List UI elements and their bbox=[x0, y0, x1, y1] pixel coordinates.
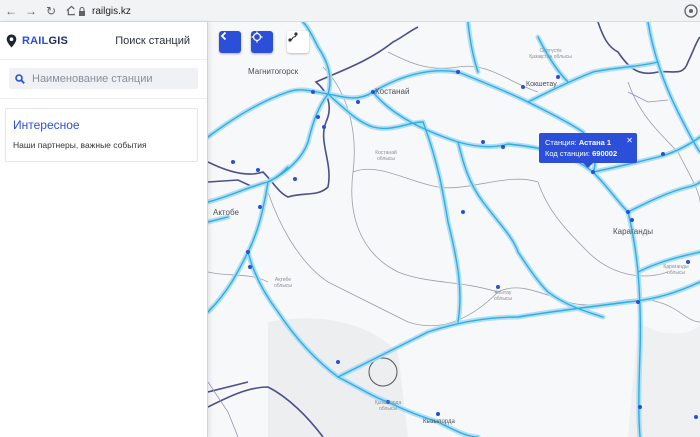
address-bar[interactable]: railgis.kz bbox=[74, 3, 674, 19]
interesting-card[interactable]: Интересное Наши партнеры, важные события bbox=[5, 108, 198, 162]
profile-icon[interactable] bbox=[684, 4, 698, 18]
forward-icon[interactable]: → bbox=[22, 2, 40, 20]
city-label: Кызылорда bbox=[423, 419, 455, 425]
oblast-label: Қарағанды облысы bbox=[663, 264, 689, 276]
logo-text-rest: GIS bbox=[48, 34, 69, 47]
code-label: Код станции: bbox=[545, 149, 591, 158]
url-text: railgis.kz bbox=[92, 5, 131, 17]
station-popup: Станция: Астана 1 Код станции: 690002 ✕ bbox=[539, 133, 637, 168]
card-text: Наши партнеры, важные события bbox=[13, 140, 147, 150]
reload-icon[interactable]: ↻ bbox=[42, 2, 60, 20]
oblast-label: Ұлытау облысы bbox=[493, 290, 513, 302]
chevron-left-icon bbox=[220, 31, 227, 41]
collapse-sidebar-button[interactable] bbox=[219, 31, 241, 53]
locate-button[interactable] bbox=[251, 31, 273, 53]
back-icon[interactable]: ← bbox=[2, 2, 20, 20]
sidebar-header: RAILGIS Поиск станций bbox=[0, 22, 207, 60]
route-button[interactable] bbox=[287, 31, 309, 53]
station-code: 690002 bbox=[592, 149, 618, 158]
route-icon bbox=[288, 32, 298, 42]
browser-toolbar: ← → ↻ railgis.kz bbox=[0, 0, 700, 22]
station-search-input[interactable] bbox=[32, 72, 192, 85]
card-title: Интересное bbox=[13, 118, 80, 132]
oblast-label: Ақтөбе облысы bbox=[273, 277, 293, 289]
city-label: Караганды bbox=[613, 227, 654, 236]
city-label: Костанай bbox=[375, 87, 410, 96]
city-label: Актобе bbox=[213, 208, 239, 217]
logo-text-accent: RAIL bbox=[22, 34, 49, 47]
search-box bbox=[9, 68, 198, 89]
search-icon bbox=[15, 73, 25, 84]
page-title: Поиск станций bbox=[115, 34, 190, 47]
station-name: Астана 1 bbox=[578, 138, 612, 147]
city-label: Кокшетау bbox=[526, 81, 557, 88]
popup-tail bbox=[583, 163, 593, 168]
city-label: Магнитогорск bbox=[248, 67, 299, 76]
crosshair-icon bbox=[251, 31, 263, 43]
sidebar: RAILGIS Поиск станций Интересное Наши па… bbox=[0, 22, 208, 437]
station-label: Станция: bbox=[545, 138, 577, 147]
oblast-label: Солтүстік Қазақстан облысы bbox=[529, 48, 572, 60]
map-area[interactable]: Магнитогорск Костанай Кокшетау Актобе Ка… bbox=[208, 22, 700, 437]
logo[interactable]: RAILGIS bbox=[22, 35, 68, 47]
lock-icon bbox=[79, 6, 85, 16]
location-pin-icon bbox=[6, 34, 17, 47]
close-icon[interactable]: ✕ bbox=[626, 135, 633, 146]
oblast-label: Костанай облысы bbox=[375, 150, 397, 162]
search-area bbox=[0, 60, 207, 99]
oblast-label: Қызылорда облысы bbox=[374, 400, 402, 412]
